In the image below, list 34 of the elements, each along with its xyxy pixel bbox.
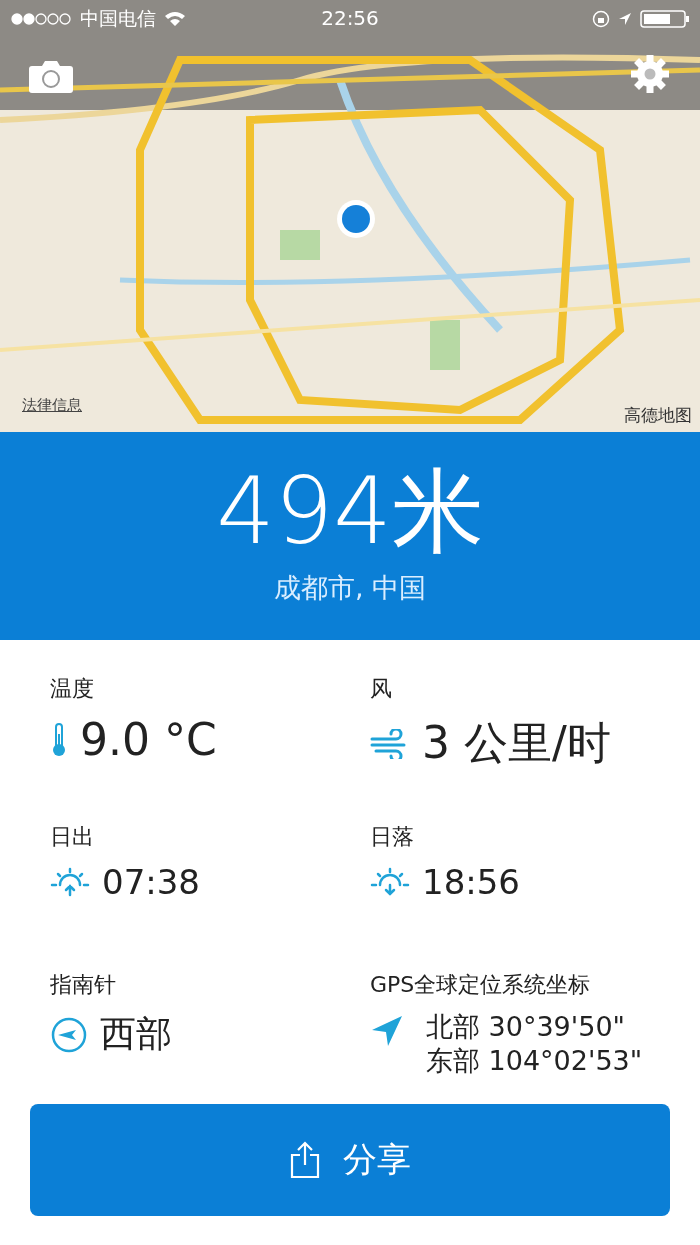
sunrise-icon: [50, 867, 90, 897]
location-arrow-icon: [370, 1014, 404, 1048]
location-arrow-icon: [618, 12, 632, 26]
stat-label: 风: [370, 675, 393, 703]
compass-icon: [50, 1015, 88, 1054]
carrier-name: 中国电信: [80, 6, 156, 31]
share-button[interactable]: 分享: [30, 1104, 670, 1216]
location-dot-icon: [335, 198, 377, 240]
wifi-icon: [164, 11, 186, 27]
stat-value: 3 公里/时: [422, 716, 611, 770]
stat-label: GPS全球定位系统坐标: [370, 971, 592, 999]
share-icon: [289, 1141, 321, 1179]
stat-value: 东部 104°02'53": [426, 1043, 643, 1078]
camera-icon[interactable]: [28, 58, 74, 94]
stat-label: 日落: [370, 823, 415, 851]
stat-label: 温度: [50, 675, 95, 703]
stat-value: 北部 30°39'50": [426, 1010, 626, 1044]
sunset-icon: [370, 867, 410, 897]
signal-icon: [10, 12, 72, 26]
legal-info-link[interactable]: 法律信息: [22, 396, 82, 415]
stat-value: 18:56: [422, 862, 520, 902]
settings-icon[interactable]: [630, 54, 670, 94]
altitude-value: 494米: [216, 466, 484, 558]
map-attribution: 高德地图: [624, 404, 692, 427]
lock-rotation-icon: [592, 10, 610, 28]
stat-value: 07:38: [102, 862, 200, 902]
stat-value: 西部: [100, 1012, 172, 1056]
stat-label: 日出: [50, 823, 95, 851]
stat-label: 指南针: [50, 971, 117, 999]
clock-time: 22:56: [321, 6, 379, 30]
thermometer-icon: [50, 721, 68, 758]
stat-value: 9.0 °C: [80, 714, 217, 765]
location-name: 成都市, 中国: [273, 571, 427, 605]
battery-icon: [640, 9, 690, 29]
